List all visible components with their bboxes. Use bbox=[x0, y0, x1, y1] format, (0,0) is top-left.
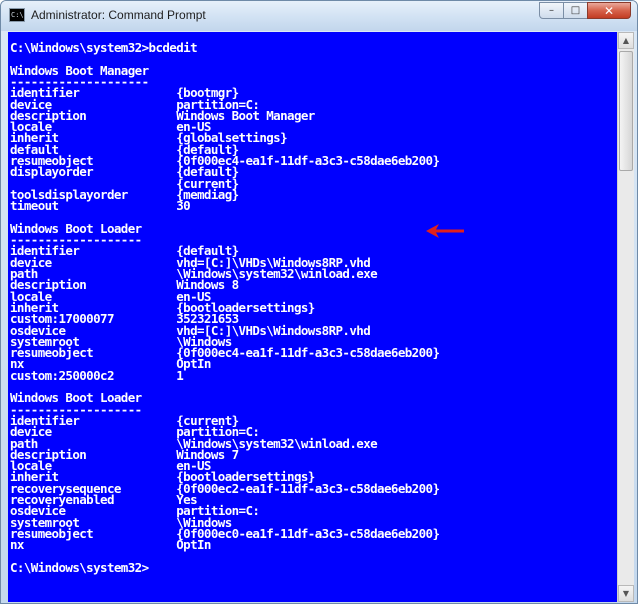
scroll-down-icon: ▼ bbox=[622, 589, 630, 598]
window-controls: – □ ✕ bbox=[539, 2, 631, 20]
title-bar[interactable]: C:\ Administrator: Command Prompt – □ ✕ bbox=[1, 1, 637, 31]
scrollbar-thumb[interactable] bbox=[619, 51, 633, 171]
vertical-scrollbar[interactable]: ▲ ▼ bbox=[617, 32, 634, 602]
close-button[interactable]: ✕ bbox=[587, 2, 631, 19]
console-line: C:\Windows\system32> bbox=[10, 559, 149, 575]
console-line: C:\Windows\system32>bcdedit bbox=[10, 40, 198, 55]
console-line: nx OptIn bbox=[10, 537, 211, 553]
red-arrow-icon bbox=[426, 224, 464, 238]
window-title: Administrator: Command Prompt bbox=[31, 8, 206, 22]
maximize-icon: □ bbox=[570, 5, 581, 16]
scroll-down-button[interactable]: ▼ bbox=[618, 585, 634, 602]
scroll-up-icon: ▲ bbox=[622, 36, 630, 45]
minimize-button[interactable]: – bbox=[539, 2, 564, 19]
scroll-up-button[interactable]: ▲ bbox=[618, 32, 634, 49]
command-prompt-icon[interactable]: C:\ bbox=[9, 8, 25, 22]
command-prompt-window: C:\ Administrator: Command Prompt – □ ✕ … bbox=[0, 0, 638, 604]
minimize-icon: – bbox=[549, 5, 554, 16]
console-line: custom:250000c2 1 bbox=[10, 367, 184, 383]
console-output[interactable]: C:\Windows\system32>bcdedit Windows Boot … bbox=[8, 32, 617, 602]
close-icon: ✕ bbox=[603, 3, 615, 18]
maximize-button[interactable]: □ bbox=[563, 2, 588, 19]
console-line: timeout 30 bbox=[10, 198, 191, 214]
